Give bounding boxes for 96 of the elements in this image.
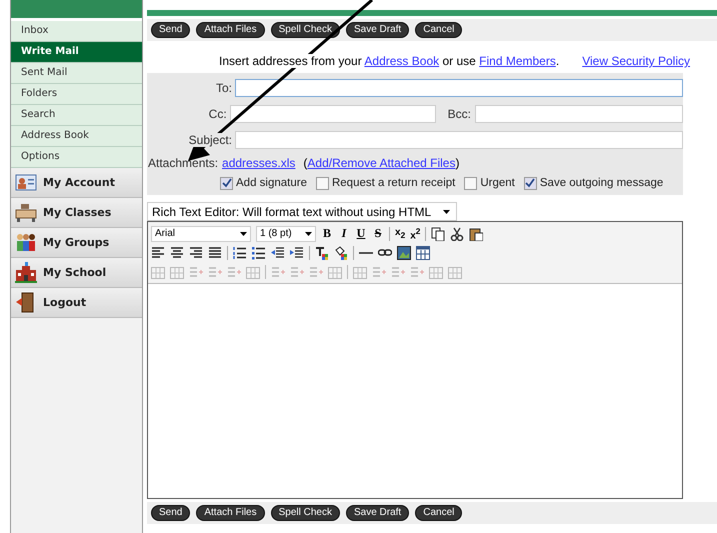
- checkbox-label: Add signature: [236, 177, 307, 189]
- table-grid-icon[interactable]: [429, 264, 443, 278]
- parenthesis-text: (: [303, 156, 308, 170]
- row-insert-icon[interactable]: [372, 264, 386, 278]
- sidebar-section-item[interactable]: Logout: [11, 288, 142, 318]
- sidebar-item[interactable]: Options: [11, 147, 142, 168]
- sidebar-section-item[interactable]: My Account: [11, 168, 142, 198]
- dropdown[interactable]: Arial: [151, 226, 251, 242]
- table-grid-icon[interactable]: [448, 264, 462, 278]
- action-button[interactable]: Cancel: [415, 22, 462, 38]
- action-button[interactable]: Spell Check: [270, 505, 340, 521]
- table-grid-icon[interactable]: [328, 264, 342, 278]
- sidebar-item[interactable]: Address Book: [11, 126, 142, 147]
- script-button[interactable]: x$^{2}$: [410, 226, 420, 242]
- cut-icon[interactable]: [450, 226, 464, 240]
- action-button[interactable]: Cancel: [415, 505, 462, 521]
- to-field[interactable]: [235, 79, 683, 97]
- check-icon: [222, 178, 232, 188]
- row-insert-icon[interactable]: [290, 264, 304, 278]
- image-icon[interactable]: [397, 246, 411, 260]
- table-grid-icon[interactable]: [170, 264, 184, 278]
- address-hint-text: Insert addresses from your Address Book or use Find Members.: [219, 54, 560, 68]
- field-label: Cc:: [208, 107, 227, 121]
- table-grid-icon[interactable]: [353, 264, 367, 278]
- format-button[interactable]: B: [321, 226, 333, 241]
- bullet-list-icon[interactable]: [252, 246, 266, 260]
- sidebar-item[interactable]: Search: [11, 105, 142, 126]
- align-right-icon[interactable]: [189, 246, 203, 260]
- format-button[interactable]: S: [372, 226, 384, 241]
- check-icon: [525, 178, 536, 188]
- parenthesis-text: ): [455, 156, 460, 170]
- action-button[interactable]: Attach Files: [196, 505, 265, 521]
- checkbox[interactable]: [464, 176, 478, 190]
- indent-icon[interactable]: [290, 246, 304, 260]
- people-icon: [15, 232, 37, 253]
- school-building-icon: [15, 262, 37, 283]
- find-members-link[interactable]: Find Members: [479, 54, 556, 68]
- sidebar-item[interactable]: Inbox: [11, 21, 142, 42]
- action-button[interactable]: Save Draft: [346, 22, 410, 38]
- row-insert-icon[interactable]: [271, 264, 285, 278]
- justify-icon[interactable]: [208, 246, 222, 260]
- dropdown-arrow-icon: [305, 232, 312, 236]
- sidebar-section-item[interactable]: My School: [11, 258, 142, 288]
- checkbox-label: Request a return receipt: [332, 177, 456, 189]
- fill-color-icon[interactable]: [334, 246, 348, 260]
- row-insert-icon[interactable]: [410, 264, 424, 278]
- action-button[interactable]: Send: [151, 22, 190, 38]
- text-color-icon[interactable]: [315, 246, 329, 260]
- sidebar-item[interactable]: Folders: [11, 84, 142, 105]
- align-left-icon[interactable]: [151, 246, 165, 260]
- action-button[interactable]: Save Draft: [346, 505, 410, 521]
- format-button[interactable]: U: [355, 226, 367, 241]
- row-insert-icon[interactable]: [309, 264, 323, 278]
- dropdown[interactable]: 1 (8 pt): [256, 226, 316, 242]
- action-button[interactable]: Attach Files: [196, 22, 265, 38]
- security-policy-link[interactable]: View Security Policy: [582, 54, 690, 68]
- action-button[interactable]: Send: [151, 505, 190, 521]
- table-icon[interactable]: [416, 246, 430, 260]
- sidebar-section-item[interactable]: My Classes: [11, 198, 142, 228]
- script-button[interactable]: x$_{2}$: [395, 227, 406, 240]
- field-label: To:: [216, 81, 232, 95]
- table-grid-icon[interactable]: [151, 264, 165, 278]
- add-remove-files-link[interactable]: Add/Remove Attached Files: [307, 156, 456, 170]
- row-insert-icon[interactable]: [227, 264, 241, 278]
- paste-icon[interactable]: [469, 226, 484, 240]
- address-book-link[interactable]: Address Book: [364, 54, 440, 68]
- field-label: Subject:: [188, 133, 232, 147]
- format-button[interactable]: I: [338, 226, 350, 241]
- dropdown-arrow-icon: [240, 232, 247, 236]
- sidebar-section-item[interactable]: My Groups: [11, 228, 142, 258]
- row-insert-icon[interactable]: [391, 264, 405, 278]
- align-center-icon[interactable]: [170, 246, 184, 260]
- table-grid-icon[interactable]: [246, 264, 260, 278]
- checkbox-label: Urgent: [480, 177, 515, 189]
- editor-mode-select[interactable]: Rich Text Editor: Will format text without using HTML: [147, 202, 458, 221]
- checkbox[interactable]: [316, 176, 329, 190]
- numbered-list-icon[interactable]: [233, 246, 247, 260]
- checkbox[interactable]: [524, 176, 537, 190]
- action-button[interactable]: Spell Check: [270, 22, 340, 38]
- dropdown-arrow-icon: [443, 210, 450, 214]
- bcc-field[interactable]: [475, 105, 683, 123]
- field-label: Attachments:: [148, 156, 218, 170]
- attachment-link[interactable]: addresses.xls: [222, 156, 296, 170]
- row-insert-icon[interactable]: [189, 264, 203, 278]
- row-insert-icon[interactable]: [208, 264, 222, 278]
- checkbox-label: Save outgoing message: [540, 177, 664, 189]
- checkbox[interactable]: [220, 176, 233, 190]
- cc-field[interactable]: [230, 105, 436, 123]
- subject-field[interactable]: [235, 131, 683, 149]
- sidebar-item[interactable]: Write Mail: [11, 42, 142, 63]
- desk-icon: [15, 202, 37, 223]
- id-card-icon: [15, 172, 37, 193]
- copy-icon[interactable]: [431, 226, 446, 240]
- outdent-icon[interactable]: [271, 246, 285, 260]
- sidebar-item[interactable]: Sent Mail: [11, 63, 142, 84]
- field-label: Bcc:: [448, 107, 471, 121]
